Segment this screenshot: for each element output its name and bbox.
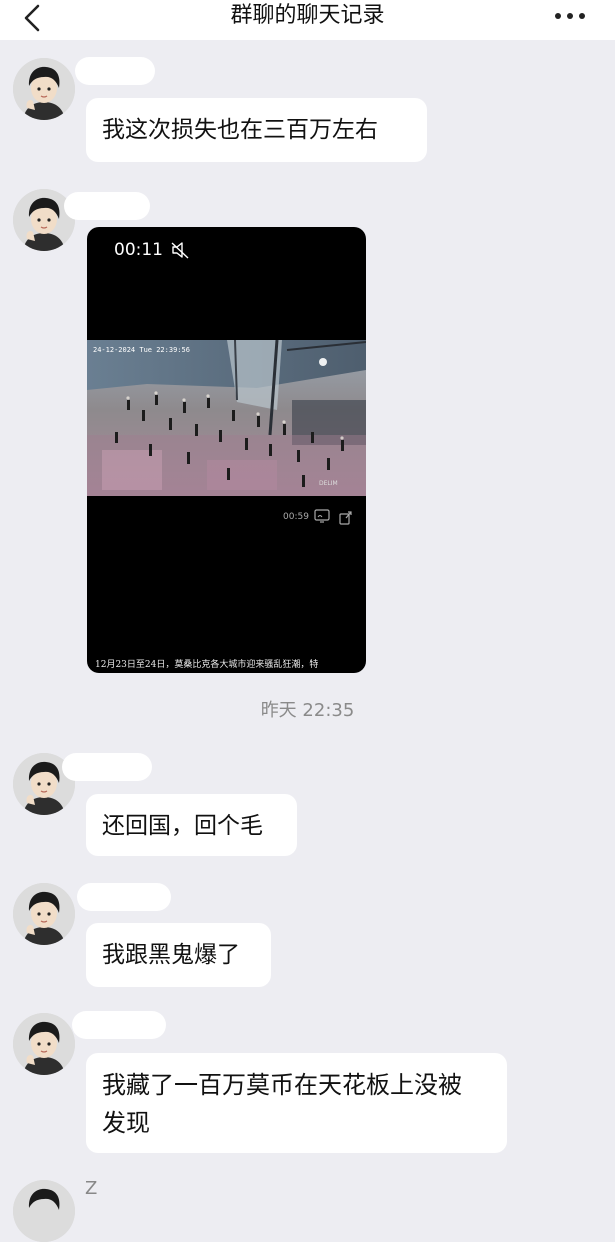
more-dots-icon[interactable] xyxy=(553,8,587,24)
message-bubble[interactable]: 我藏了一百万莫币在天花板上没被 发现 xyxy=(86,1053,507,1153)
sender-nickname: Z xyxy=(85,1178,98,1199)
video-caption: 12月23日至24日，莫桑比克各大城市迎来骚乱狂潮，特 xyxy=(95,660,319,670)
avatar[interactable] xyxy=(13,58,75,120)
sender-nickname xyxy=(64,192,150,220)
message-bubble[interactable]: 还回国，回个毛 xyxy=(86,794,297,856)
message-bubble[interactable]: 我这次损失也在三百万左右 xyxy=(86,98,427,162)
avatar[interactable] xyxy=(13,883,75,945)
sender-nickname xyxy=(77,883,171,911)
sender-nickname xyxy=(72,1011,166,1039)
video-frame-thumbnail xyxy=(87,340,366,496)
video-frame-watermark: DELIM xyxy=(319,480,338,487)
video-elapsed-time: 00:11 xyxy=(114,240,163,260)
sender-nickname xyxy=(75,57,155,85)
avatar[interactable] xyxy=(13,1180,75,1242)
avatar[interactable] xyxy=(13,1013,75,1075)
share-icon[interactable] xyxy=(339,509,353,525)
video-duration: 00:59 xyxy=(283,512,309,522)
video-message[interactable]: 00:11 24-12-2024 Tue 22:39:56 DELIM 00:5… xyxy=(87,227,366,673)
cast-icon[interactable] xyxy=(314,509,330,523)
video-frame-timestamp: 24-12-2024 Tue 22:39:56 xyxy=(93,346,190,354)
message-bubble[interactable]: 我跟黑鬼爆了 xyxy=(86,923,271,987)
page-title: 群聊的聊天记录 xyxy=(230,3,385,28)
sender-nickname xyxy=(62,753,152,781)
speaker-muted-icon[interactable] xyxy=(171,241,189,259)
message-timestamp: 昨天 22:35 xyxy=(260,700,355,721)
nav-header: 群聊的聊天记录 xyxy=(0,0,615,40)
